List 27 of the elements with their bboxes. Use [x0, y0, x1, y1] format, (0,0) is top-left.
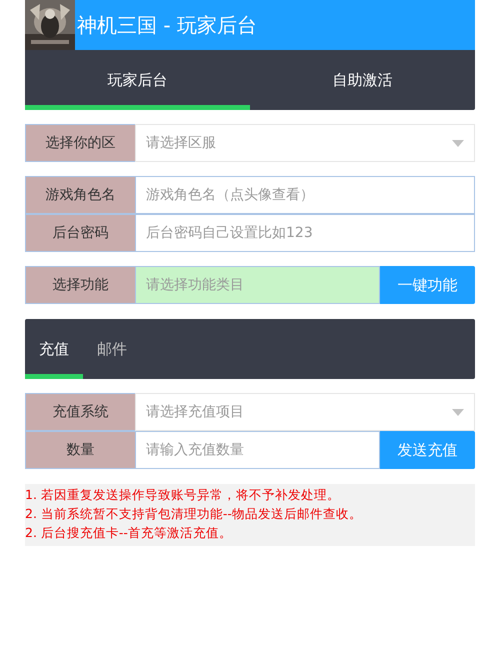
tab[interactable]: 玩家后台 [25, 50, 250, 110]
dropdown-caret-icon [452, 140, 464, 146]
field-label: 数量 [25, 431, 135, 469]
tab[interactable]: 邮件 [83, 319, 141, 379]
tab[interactable]: 充值 [25, 319, 83, 379]
input-field[interactable]: 请输入充值数量 [135, 431, 380, 469]
action-button[interactable]: 发送充值 [380, 431, 475, 469]
notice-text: 2. 当前系统暂不支持背包清理功能--物品发送后邮件查收。 [25, 505, 363, 523]
field-label: 选择你的区 [25, 124, 135, 162]
notice-text: 1. 若因重复发送操作导致账号异常，将不予补发处理。 [25, 486, 341, 504]
input-field[interactable]: 游戏角色名（点头像查看） [135, 176, 475, 214]
dropdown-caret-icon [452, 408, 464, 416]
action-button[interactable]: 一键功能 [380, 266, 475, 304]
field-label: 游戏角色名 [25, 176, 135, 214]
field-label: 充值系统 [25, 393, 135, 431]
tab[interactable]: 自助激活 [250, 50, 475, 110]
input-field[interactable]: 后台密码自己设置比如123 [135, 214, 475, 252]
notice-text: 2. 后台搜充值卡--首充等激活充值。 [25, 524, 233, 542]
field-label: 后台密码 [25, 214, 135, 252]
select-field[interactable]: 请选择区服 [135, 124, 475, 162]
placeholder-text: 请选择功能类目 [146, 276, 244, 294]
placeholder-text: 请选择区服 [146, 134, 216, 152]
select-field[interactable]: 请选择功能类目 [135, 266, 380, 304]
page-title: 神机三国 - 玩家后台 [77, 13, 257, 37]
placeholder-text: 请选择充值项目 [146, 402, 244, 422]
field-label: 选择功能 [25, 266, 135, 304]
select-field[interactable]: 请选择充值项目 [135, 393, 475, 431]
